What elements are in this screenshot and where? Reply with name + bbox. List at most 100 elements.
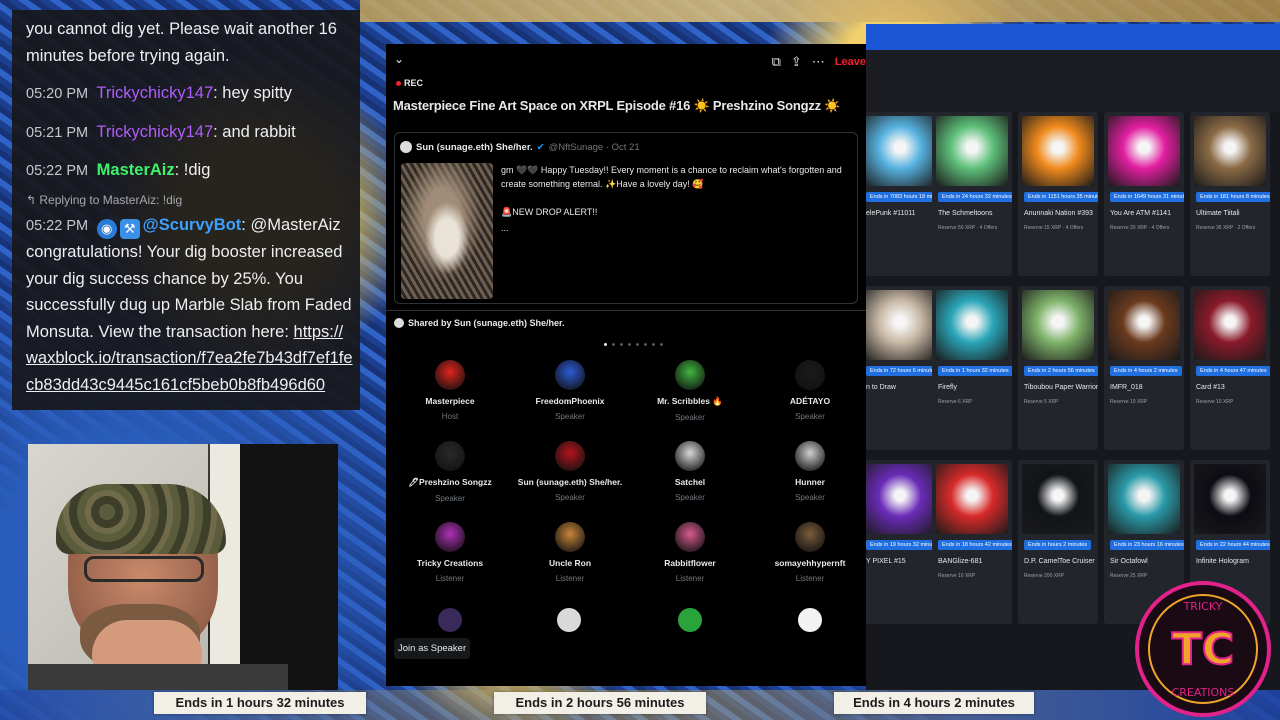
chat-time: 05:22 PM	[26, 163, 89, 179]
nft-artwork-image	[866, 290, 936, 360]
shared-by-text: Shared by Sun (sunage.eth) She/her.	[408, 318, 565, 328]
nft-card[interactable]: Ends in 19 hours 32 minutes Y PIXEL #15	[866, 460, 940, 624]
nft-name: Sir Octafowl	[1110, 558, 1148, 565]
participant-tile[interactable]: Satchel Speaker	[630, 441, 750, 502]
chat-username[interactable]: @ScurvyBot	[143, 216, 242, 234]
nft-card[interactable]: Ends in 2 hours 56 minutes Tiboubou Paper…	[1018, 286, 1098, 450]
chat-username[interactable]: Trickychicky147	[96, 84, 213, 102]
auction-ends-badge: Ends in 18 hours 42 minutes	[938, 540, 1012, 550]
auction-ends-badge: Ends in 2 hours 56 minutes	[1024, 366, 1098, 376]
nft-card[interactable]: Ends in 1649 hours 31 minutes You Are ATM…	[1104, 112, 1184, 276]
nft-name: Firefly	[938, 384, 958, 391]
auction-timer: Ends in 2 hours 56 minutes	[494, 692, 706, 714]
participant-role: Host	[441, 412, 459, 421]
participant-avatar[interactable]	[438, 608, 462, 632]
participant-name: Rabbitflower	[664, 558, 716, 568]
participant-tile[interactable]: somayehhypernft Listener	[750, 522, 866, 583]
participant-tile[interactable]: 🖊Preshzino Songzz Speaker	[390, 441, 510, 503]
participant-role: Listener	[555, 574, 585, 583]
tweet-author: Sun (sunage.eth) She/her. ✔ @NftSunage ·…	[400, 141, 640, 153]
nft-name: D.P. CamelToe Cruiser	[1024, 558, 1095, 565]
leave-button[interactable]: Leave	[835, 56, 866, 68]
participant-role: Speaker	[795, 412, 825, 421]
nft-card[interactable]: Ends in 181 hours 8 minutes Ultimate Tiit…	[1190, 112, 1270, 276]
collapse-chevron-icon[interactable]: ⌄	[394, 52, 404, 66]
auction-timer: Ends in 1 hours 32 minutes	[154, 692, 366, 714]
nft-reserve: Reserve 200 XRP	[1024, 573, 1065, 579]
nft-artwork-image	[1194, 290, 1266, 360]
webcam-feed	[28, 444, 338, 690]
author-avatar	[400, 141, 412, 153]
clip-icon[interactable]: ⧉	[772, 54, 781, 70]
nft-name: BANGlize-681	[938, 558, 983, 565]
webcam-background	[240, 444, 338, 690]
participant-role: Speaker	[555, 493, 585, 502]
participant-avatar	[435, 360, 465, 390]
chat-time: 05:20 PM	[26, 86, 89, 102]
participant-avatar	[795, 360, 825, 390]
participant-tile[interactable]: Sun (sunage.eth) She/her. Speaker	[510, 441, 630, 502]
participant-tile[interactable]: Mr. Scribbles 🔥 Speaker	[630, 360, 750, 422]
participant-name: Sun (sunage.eth) She/her.	[517, 477, 623, 487]
share-icon[interactable]: ⇪	[791, 54, 802, 70]
chat-time: 05:21 PM	[26, 124, 89, 141]
reply-context-text: Replying to MasterAiz: !dig	[39, 192, 183, 207]
nft-card[interactable]: Ends in 4 hours 2 minutes IMFR_018 Reserve…	[1104, 286, 1184, 450]
participant-name: Satchel	[674, 477, 706, 487]
nft-card[interactable]: Ends in 7083 hours 18 minutes elePunk #11…	[866, 112, 940, 276]
divider	[386, 310, 866, 311]
auction-ends-badge: Ends in 1151 hours 35 minutes	[1024, 192, 1098, 202]
chat-text: : hey spitty	[213, 84, 292, 102]
participant-avatar	[795, 441, 825, 471]
tweet-artwork-image	[401, 163, 493, 299]
participant-tile[interactable]: Rabbitflower Listener	[630, 522, 750, 583]
recording-dot-icon	[396, 80, 401, 86]
chat-message: 05:22 PM MasterAiz: !dig	[26, 157, 354, 185]
participant-name: ADÉTAYO	[789, 396, 831, 406]
reply-arrow-icon: ↰	[26, 192, 40, 207]
background-strip	[360, 0, 1280, 22]
participant-avatar[interactable]	[678, 608, 702, 632]
participant-avatar	[675, 441, 705, 471]
nft-card[interactable]: Ends in 18 hours 42 minutes BANGlize-681 R…	[932, 460, 1012, 624]
participant-tile[interactable]: FreedomPhoenix Speaker	[510, 360, 630, 421]
nft-artwork-image	[1108, 116, 1180, 186]
participant-tile[interactable]: Tricky Creations Listener	[390, 522, 510, 583]
nft-artwork-image	[1194, 464, 1266, 534]
participant-tile[interactable]: Uncle Ron Listener	[510, 522, 630, 583]
chat-username[interactable]: Trickychicky147	[96, 123, 213, 141]
nft-card[interactable]: Ends in 4 hours 47 minutes Card #13 Reserv…	[1190, 286, 1270, 450]
auction-ends-badge: Ends in 24 hours 32 minutes	[938, 192, 1012, 202]
nft-name: Infinite Hologram	[1196, 558, 1249, 565]
twitter-space-panel: ⌄ ⧉ ⇪ ⋯ Leave REC Masterpiece Fine Art S…	[386, 44, 866, 686]
nft-name: You Are ATM #1141	[1110, 210, 1171, 217]
nft-reserve: Reserve 5 XRP	[1024, 399, 1059, 405]
nft-reserve: Reserve 36 XRP · 2 Offers	[1196, 225, 1256, 231]
participant-tile[interactable]: ADÉTAYO Speaker	[750, 360, 866, 421]
chat-message: 05:22 PM ◉ ⚒ @ScurvyBot: @MasterAiz congra…	[26, 212, 354, 399]
pinned-tweet[interactable]: Sun (sunage.eth) She/her. ✔ @NftSunage ·…	[394, 132, 858, 304]
participant-avatar[interactable]	[557, 608, 581, 632]
participant-role: Speaker	[675, 413, 705, 422]
nft-artwork-image	[1194, 116, 1266, 186]
nft-card[interactable]: Ends in 72 hours 6 minutes n to Draw	[866, 286, 940, 450]
carousel-dots[interactable]	[604, 343, 663, 346]
join-as-speaker-button[interactable]: Join as Speaker	[394, 638, 471, 659]
participant-avatar[interactable]	[798, 608, 822, 632]
participant-avatar	[435, 522, 465, 552]
nft-reserve: Reserve 50 XRP · 4 Offers	[938, 225, 998, 231]
nft-card[interactable]: Ends in 1151 hours 35 minutes Anunnaki Na…	[1018, 112, 1098, 276]
verified-icon: ✔	[536, 141, 545, 153]
participant-tile[interactable]: Hunner Speaker	[750, 441, 866, 502]
nft-card[interactable]: Ends in 24 hours 32 minutes The Schmeltoo…	[932, 112, 1012, 276]
chat-username[interactable]: MasterAiz	[97, 161, 175, 179]
nft-name: Ultimate Tiitali	[1196, 210, 1240, 217]
chat-time: 05:22 PM	[26, 217, 89, 234]
nft-artwork-image	[936, 464, 1008, 534]
nft-artwork-image	[1022, 290, 1094, 360]
participant-tile[interactable]: Masterpiece Host	[390, 360, 510, 421]
more-icon[interactable]: ⋯	[812, 54, 825, 70]
auction-ends-badge: Ends in 72 hours 6 minutes	[866, 366, 940, 376]
nft-card[interactable]: Ends in hours 2 minutes D.P. CamelToe Cru…	[1018, 460, 1098, 624]
nft-card[interactable]: Ends in 1 hours 32 minutes Firefly Reserve…	[932, 286, 1012, 450]
